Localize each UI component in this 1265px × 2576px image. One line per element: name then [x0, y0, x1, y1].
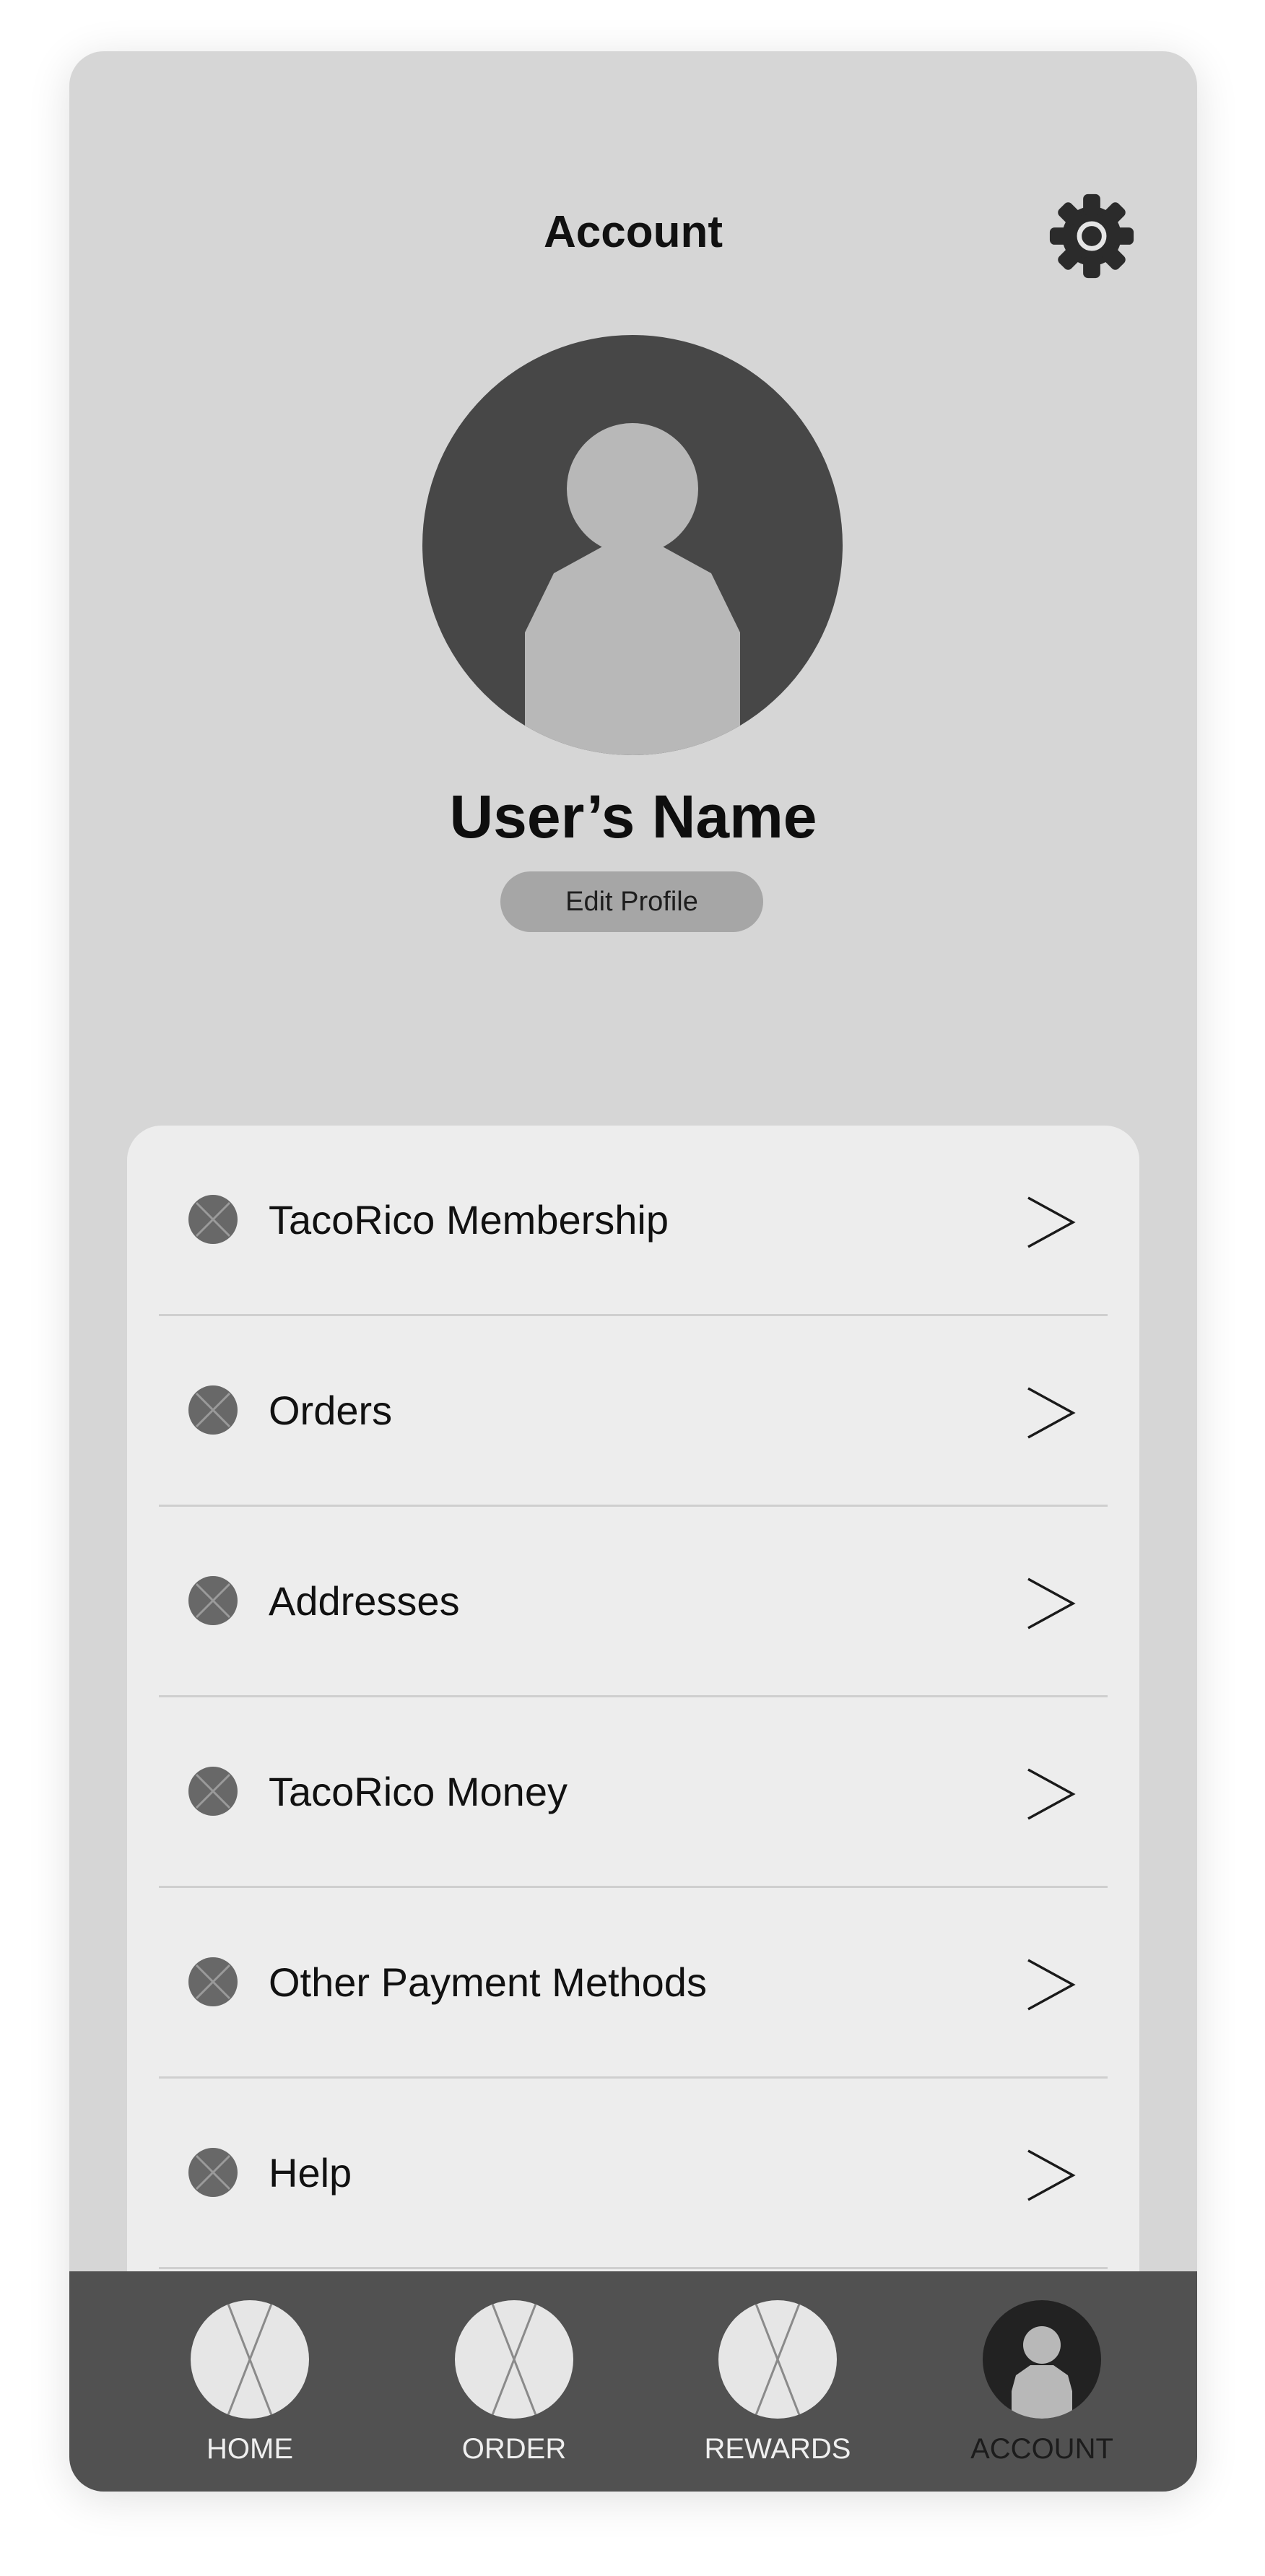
user-icon [983, 2300, 1101, 2419]
nav-item-order[interactable]: ORDER [406, 2271, 622, 2492]
menu-item-label: Help [269, 2150, 352, 2196]
chevron-right-icon[interactable] [1025, 1767, 1076, 1822]
placeholder-icon [188, 1957, 238, 2006]
chevron-right-icon[interactable] [1025, 1576, 1076, 1631]
menu-item-addresses[interactable]: Addresses [159, 1507, 1108, 1697]
menu-item-label: Other Payment Methods [269, 1959, 707, 2005]
menu-item-label: Orders [269, 1388, 393, 1433]
menu-item-label: TacoRico Money [269, 1769, 568, 1814]
nav-item-label: ACCOUNT [970, 2433, 1113, 2465]
app-screen: Account User’s Name Edit Profile TacoRic… [69, 51, 1197, 2492]
user-avatar-icon [422, 335, 843, 755]
gear-icon[interactable] [1044, 188, 1139, 284]
placeholder-icon [455, 2300, 573, 2419]
chevron-right-icon[interactable] [1025, 1195, 1076, 1250]
account-menu: TacoRico Membership Orders Addresses TacoRi… [127, 1126, 1139, 2353]
chevron-right-icon[interactable] [1025, 1385, 1076, 1440]
chevron-right-icon[interactable] [1025, 1957, 1076, 2012]
bottom-navigation: HOME ORDER REWARDS ACCOUNT [69, 2271, 1197, 2492]
nav-item-label: ORDER [461, 2433, 567, 2465]
menu-item-tacorico-membership[interactable]: TacoRico Membership [159, 1126, 1108, 1316]
menu-item-orders[interactable]: Orders [159, 1316, 1108, 1507]
chevron-right-icon[interactable] [1025, 2148, 1076, 2203]
placeholder-icon [188, 2148, 238, 2197]
placeholder-icon [191, 2300, 309, 2419]
nav-item-account[interactable]: ACCOUNT [934, 2271, 1150, 2492]
user-name: User’s Name [449, 783, 817, 850]
menu-item-help[interactable]: Help [159, 2079, 1108, 2269]
menu-item-other-payment-methods[interactable]: Other Payment Methods [159, 1888, 1108, 2079]
menu-item-label: Addresses [269, 1578, 460, 1624]
edit-profile-button[interactable]: Edit Profile [500, 871, 763, 932]
page-title: Account [544, 207, 723, 257]
nav-item-label: HOME [207, 2433, 293, 2465]
placeholder-icon [188, 1385, 238, 1435]
nav-item-rewards[interactable]: REWARDS [669, 2271, 886, 2492]
placeholder-icon [188, 1195, 238, 1244]
placeholder-icon [188, 1767, 238, 1816]
nav-item-label: REWARDS [704, 2433, 851, 2465]
menu-item-tacorico-money[interactable]: TacoRico Money [159, 1697, 1108, 1888]
placeholder-icon [718, 2300, 837, 2419]
nav-item-home[interactable]: HOME [142, 2271, 358, 2492]
placeholder-icon [188, 1576, 238, 1625]
menu-item-label: TacoRico Membership [269, 1197, 669, 1243]
